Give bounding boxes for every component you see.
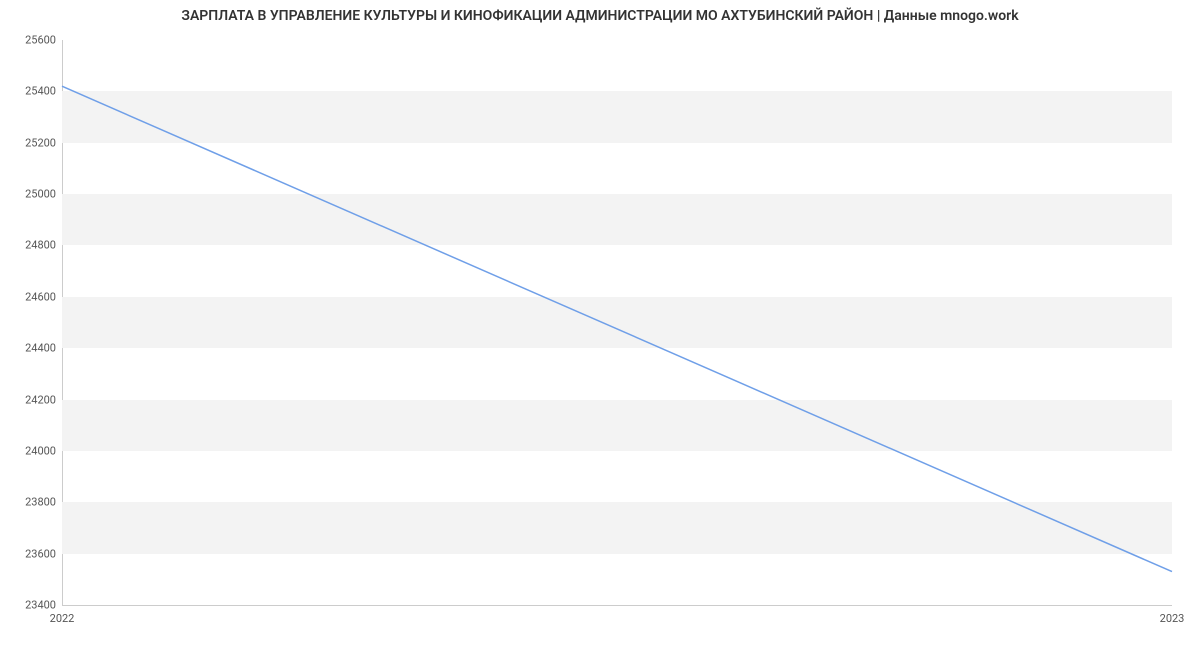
y-tick-label: 24000 [6, 444, 56, 457]
y-tick-label: 25200 [6, 136, 56, 149]
chart-container: ЗАРПЛАТА В УПРАВЛЕНИЕ КУЛЬТУРЫ И КИНОФИК… [0, 0, 1200, 650]
y-tick-label: 24400 [6, 342, 56, 355]
chart-title: ЗАРПЛАТА В УПРАВЛЕНИЕ КУЛЬТУРЫ И КИНОФИК… [0, 0, 1200, 24]
line-chart-svg [62, 40, 1172, 605]
y-tick-label: 23600 [6, 547, 56, 560]
y-tick-label: 25000 [6, 188, 56, 201]
y-tick-label: 23800 [6, 496, 56, 509]
y-tick-label: 25400 [6, 85, 56, 98]
x-axis [62, 605, 1172, 606]
data-line [62, 86, 1172, 571]
x-tick-label: 2022 [50, 612, 75, 625]
y-tick-label: 24200 [6, 393, 56, 406]
x-tick-label: 2023 [1160, 612, 1185, 625]
plot-area [62, 40, 1172, 605]
y-tick-label: 23400 [6, 599, 56, 612]
y-tick-label: 24600 [6, 290, 56, 303]
y-tick-label: 25600 [6, 34, 56, 47]
y-tick-label: 24800 [6, 239, 56, 252]
